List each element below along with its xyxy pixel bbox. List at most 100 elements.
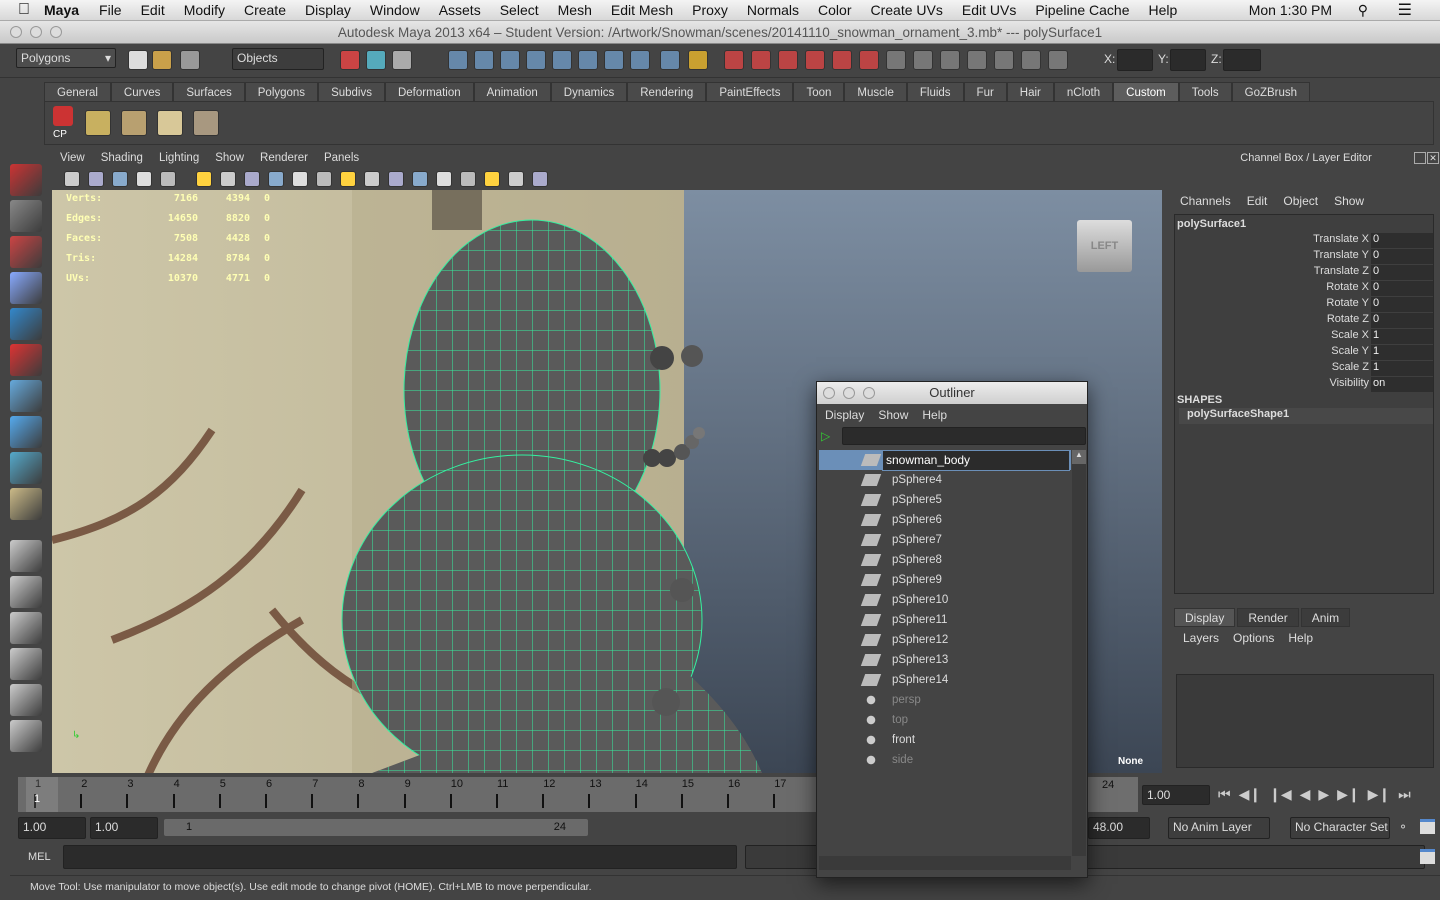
toolbar-button-icon[interactable] — [630, 50, 650, 70]
menu-normals[interactable]: Normals — [747, 2, 799, 18]
menu-edit[interactable]: Edit — [141, 2, 165, 18]
panel-tool-icon[interactable] — [268, 171, 284, 187]
menu-mesh[interactable]: Mesh — [558, 2, 592, 18]
outliner-item[interactable]: pSphere13 — [819, 650, 1071, 670]
outliner-item[interactable]: pSphere11 — [819, 610, 1071, 630]
outliner-item[interactable]: top — [819, 710, 1071, 730]
shelf-tab-dynamics[interactable]: Dynamics — [550, 82, 628, 102]
mel-command-input[interactable] — [63, 845, 737, 869]
selection-mode-dropdown[interactable]: Objects — [232, 48, 324, 70]
close-button[interactable] — [10, 26, 22, 38]
range-slider[interactable]: 1 24 — [164, 819, 588, 836]
outliner-vertical-scrollbar[interactable]: ▲ — [1072, 450, 1086, 856]
open-scene-icon[interactable] — [152, 50, 172, 70]
toolbar-button-icon[interactable] — [751, 50, 771, 70]
menu-pipeline-cache[interactable]: Pipeline Cache — [1035, 2, 1129, 18]
outliner-item[interactable]: persp — [819, 690, 1071, 710]
close-icon[interactable]: ✕ — [1427, 152, 1439, 164]
layer-tab-render[interactable]: Render — [1237, 608, 1299, 627]
toolbar-button-icon[interactable] — [778, 50, 798, 70]
menuset-dropdown[interactable]: Polygons ▾ — [16, 48, 116, 68]
outliner-item[interactable]: pSphere5 — [819, 490, 1071, 510]
shelf-tab-subdivs[interactable]: Subdivs — [318, 82, 385, 102]
shelf-tab-polygons[interactable]: Polygons — [244, 82, 319, 102]
outliner-item[interactable]: pSphere8 — [819, 550, 1071, 570]
outliner-filter-input[interactable] — [842, 427, 1086, 445]
shelf-tool-icon[interactable] — [85, 110, 111, 136]
outliner-item[interactable]: front — [819, 730, 1071, 750]
tool-button-icon[interactable] — [10, 576, 42, 608]
channel-row[interactable]: Scale Z1 — [1175, 361, 1433, 377]
tool-button-icon[interactable] — [10, 380, 42, 412]
save-scene-icon[interactable] — [180, 50, 200, 70]
shelf-tab-animation[interactable]: Animation — [473, 82, 551, 102]
panel-tool-icon[interactable] — [112, 171, 128, 187]
outliner-item[interactable]: pSphere4 — [819, 470, 1071, 490]
view-cube[interactable]: LEFT — [1077, 220, 1132, 272]
toolbar-button-icon[interactable] — [500, 50, 520, 70]
toolbar-button-icon[interactable] — [994, 50, 1014, 70]
menu-edit-uvs[interactable]: Edit UVs — [962, 2, 1016, 18]
menu-proxy[interactable]: Proxy — [692, 2, 728, 18]
tool-button-icon[interactable] — [10, 612, 42, 644]
shelf-tab-custom[interactable]: Custom — [1113, 82, 1179, 102]
channel-row[interactable]: Rotate Z0 — [1175, 313, 1433, 329]
tool-button-icon[interactable] — [10, 540, 42, 572]
object-name[interactable]: polySurface1 — [1177, 218, 1246, 230]
new-scene-icon[interactable] — [128, 50, 148, 70]
start-time-field[interactable]: 1.00 — [18, 817, 86, 839]
menu-window[interactable]: Window — [370, 2, 420, 18]
panel-tool-icon[interactable] — [160, 171, 176, 187]
channel-value[interactable]: on — [1371, 377, 1433, 392]
rename-input[interactable]: snowman_body — [882, 450, 1070, 471]
script-editor-icon[interactable] — [1420, 849, 1435, 864]
panel-tool-icon[interactable] — [244, 171, 260, 187]
layer-tab-display[interactable]: Display — [1174, 608, 1236, 627]
panel-tool-icon[interactable] — [436, 171, 452, 187]
step-forward-key-icon[interactable]: ▶❙ — [1337, 786, 1360, 803]
panel-tool-icon[interactable] — [484, 171, 500, 187]
shelf-tab-fluids[interactable]: Fluids — [906, 82, 964, 102]
toolbar-button-icon[interactable] — [578, 50, 598, 70]
tool-button-icon[interactable] — [10, 720, 42, 752]
tool-button-icon[interactable] — [10, 344, 42, 376]
toolbar-button-icon[interactable] — [859, 50, 879, 70]
panel-tool-icon[interactable] — [460, 171, 476, 187]
tool-button-icon[interactable] — [10, 416, 42, 448]
panel-tool-icon[interactable] — [196, 171, 212, 187]
tool-button-icon[interactable] — [10, 648, 42, 680]
shelf-tab-painteffects[interactable]: PaintEffects — [706, 82, 794, 102]
cp-shelf-button[interactable]: CP — [53, 106, 77, 140]
preferences-icon[interactable] — [1420, 819, 1435, 834]
shelf-tab-curves[interactable]: Curves — [110, 82, 174, 102]
channel-row[interactable]: Visibility on — [1175, 377, 1433, 393]
shelf-tab-muscle[interactable]: Muscle — [844, 82, 907, 102]
zoom-button[interactable] — [50, 26, 62, 38]
channel-row[interactable]: Translate Y0 — [1175, 249, 1433, 265]
anim-layer-dropdown[interactable]: No Anim Layer — [1168, 817, 1270, 839]
outliner-menu-show[interactable]: Show — [878, 408, 908, 422]
outliner-item[interactable]: pSphere14 — [819, 670, 1071, 690]
y-input[interactable] — [1170, 49, 1206, 71]
outliner-item[interactable]: pSphere10 — [819, 590, 1071, 610]
panel-menu-shading[interactable]: Shading — [101, 152, 143, 170]
toolbar-button-icon[interactable] — [967, 50, 987, 70]
key-icon[interactable]: ⚬ — [1398, 820, 1408, 834]
outliner-item-selected[interactable]: snowman_body — [819, 450, 1071, 471]
shelf-tab-surfaces[interactable]: Surfaces — [173, 82, 245, 102]
toolbar-button-icon[interactable] — [340, 50, 360, 70]
panel-tool-icon[interactable] — [64, 171, 80, 187]
channel-menu-edit[interactable]: Edit — [1247, 194, 1268, 208]
channel-value[interactable]: 1 — [1371, 329, 1433, 344]
outliner-menu-display[interactable]: Display — [825, 408, 864, 422]
menu-modify[interactable]: Modify — [184, 2, 225, 18]
shelf-tab-gozbrush[interactable]: GoZBrush — [1231, 82, 1311, 102]
layer-menu-help[interactable]: Help — [1288, 631, 1313, 645]
channel-value[interactable]: 0 — [1371, 249, 1433, 264]
zoom-button[interactable] — [863, 387, 875, 399]
channel-value[interactable]: 1 — [1371, 361, 1433, 376]
layer-menu-options[interactable]: Options — [1233, 631, 1274, 645]
play-forward-icon[interactable]: ▶ — [1318, 786, 1329, 803]
toolbar-button-icon[interactable] — [724, 50, 744, 70]
channel-value[interactable]: 0 — [1371, 233, 1433, 248]
